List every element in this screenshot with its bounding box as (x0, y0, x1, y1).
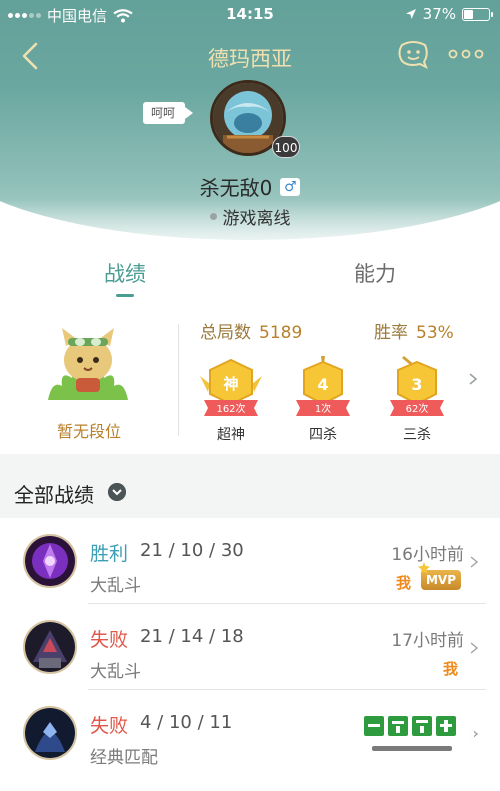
match-time: 17小时前 (391, 631, 464, 651)
chevron-right-icon (470, 556, 478, 568)
me-badge: 我 (396, 574, 412, 592)
match-mode: 大乱斗 (90, 576, 141, 596)
chevron-down-icon[interactable] (108, 483, 126, 501)
list-item[interactable]: 胜利 21 / 10 / 30 大乱斗 16小时前 我 MVP (0, 518, 500, 604)
active-tab-indicator (116, 294, 134, 297)
battery-percent: 37% (422, 5, 456, 23)
medal-glyph: 4 (317, 375, 328, 394)
total-games-label: 总局数 (200, 323, 251, 343)
profile-header: 中国电信 14:15 37% 德玛西亚 呵呵 100 杀无敌0 ♂ 游戏离线 战… (0, 0, 500, 302)
match-result: 失败 (90, 715, 129, 737)
match-filter-label: 全部战绩 (14, 483, 94, 507)
medal-count: 1次 (314, 404, 332, 415)
match-kda: 21 / 14 / 18 (140, 626, 244, 647)
match-filter[interactable]: 全部战绩 (0, 466, 500, 518)
match-result: 胜利 (90, 543, 129, 565)
rank-label: 暂无段位 (56, 422, 121, 441)
medal-triple-kill[interactable]: 3 62次 三杀 (382, 356, 452, 446)
match-mode: 经典匹配 (90, 748, 158, 768)
hero-avatar (23, 534, 77, 588)
me-badge: 我 (443, 660, 459, 678)
location-arrow-icon (405, 9, 416, 19)
match-kda: 21 / 10 / 30 (140, 540, 244, 561)
chat-face-icon[interactable] (396, 40, 430, 70)
medal-glyph: 神 (223, 375, 238, 393)
divider (178, 324, 179, 436)
win-rate: 胜率 53% (374, 318, 454, 343)
hero-avatar (23, 706, 77, 760)
medal-count: 162次 (216, 404, 246, 415)
match-result: 失败 (90, 629, 129, 651)
medal-legendary[interactable]: 神 162次 超神 (196, 356, 266, 446)
medal-glyph: 3 (411, 375, 422, 394)
medal-name: 三杀 (403, 427, 431, 443)
tab-record[interactable]: 战绩 (0, 258, 250, 288)
online-status: 游戏离线 (0, 204, 500, 229)
star-icon (418, 562, 430, 574)
watermark-logo (350, 706, 474, 768)
win-rate-label: 胜率 (374, 323, 408, 343)
rank-mascot-icon (48, 328, 128, 400)
medal-name: 超神 (217, 427, 245, 443)
profile-tag: 呵呵 (143, 102, 194, 124)
medal-quadra-kill[interactable]: 4 1次 四杀 (288, 356, 358, 446)
win-rate-value: 53% (416, 323, 454, 343)
chevron-right-icon[interactable] (468, 372, 478, 386)
online-status-text: 游戏离线 (222, 209, 291, 229)
username: 杀无敌0 (199, 176, 273, 200)
avatar[interactable]: 100 (210, 80, 300, 162)
more-icon[interactable] (448, 46, 484, 62)
tab-ability[interactable]: 能力 (250, 258, 500, 288)
medal-name: 四杀 (309, 427, 337, 443)
stats-card: 暂无段位 总局数 5189 胜率 53% 神 162次 超神 4 1次 四杀 3 (0, 302, 500, 454)
list-item[interactable]: 失败 21 / 14 / 18 大乱斗 17小时前 我 (0, 604, 500, 690)
battery-fill (464, 9, 473, 19)
status-dot-icon (209, 213, 217, 220)
battery-icon (462, 7, 493, 21)
status-bar: 中国电信 14:15 37% (0, 0, 500, 30)
total-games-value: 5189 (259, 323, 303, 343)
level-badge: 100 (272, 136, 300, 158)
male-icon: ♂ (280, 177, 301, 196)
match-mode: 大乱斗 (90, 662, 141, 682)
total-games: 总局数 5189 (200, 318, 302, 343)
medal-count: 62次 (405, 404, 429, 415)
hero-avatar (23, 620, 77, 674)
chevron-right-icon (470, 642, 478, 654)
tab-bar: 战绩 能力 (0, 258, 500, 302)
match-kda: 4 / 10 / 11 (140, 712, 233, 733)
